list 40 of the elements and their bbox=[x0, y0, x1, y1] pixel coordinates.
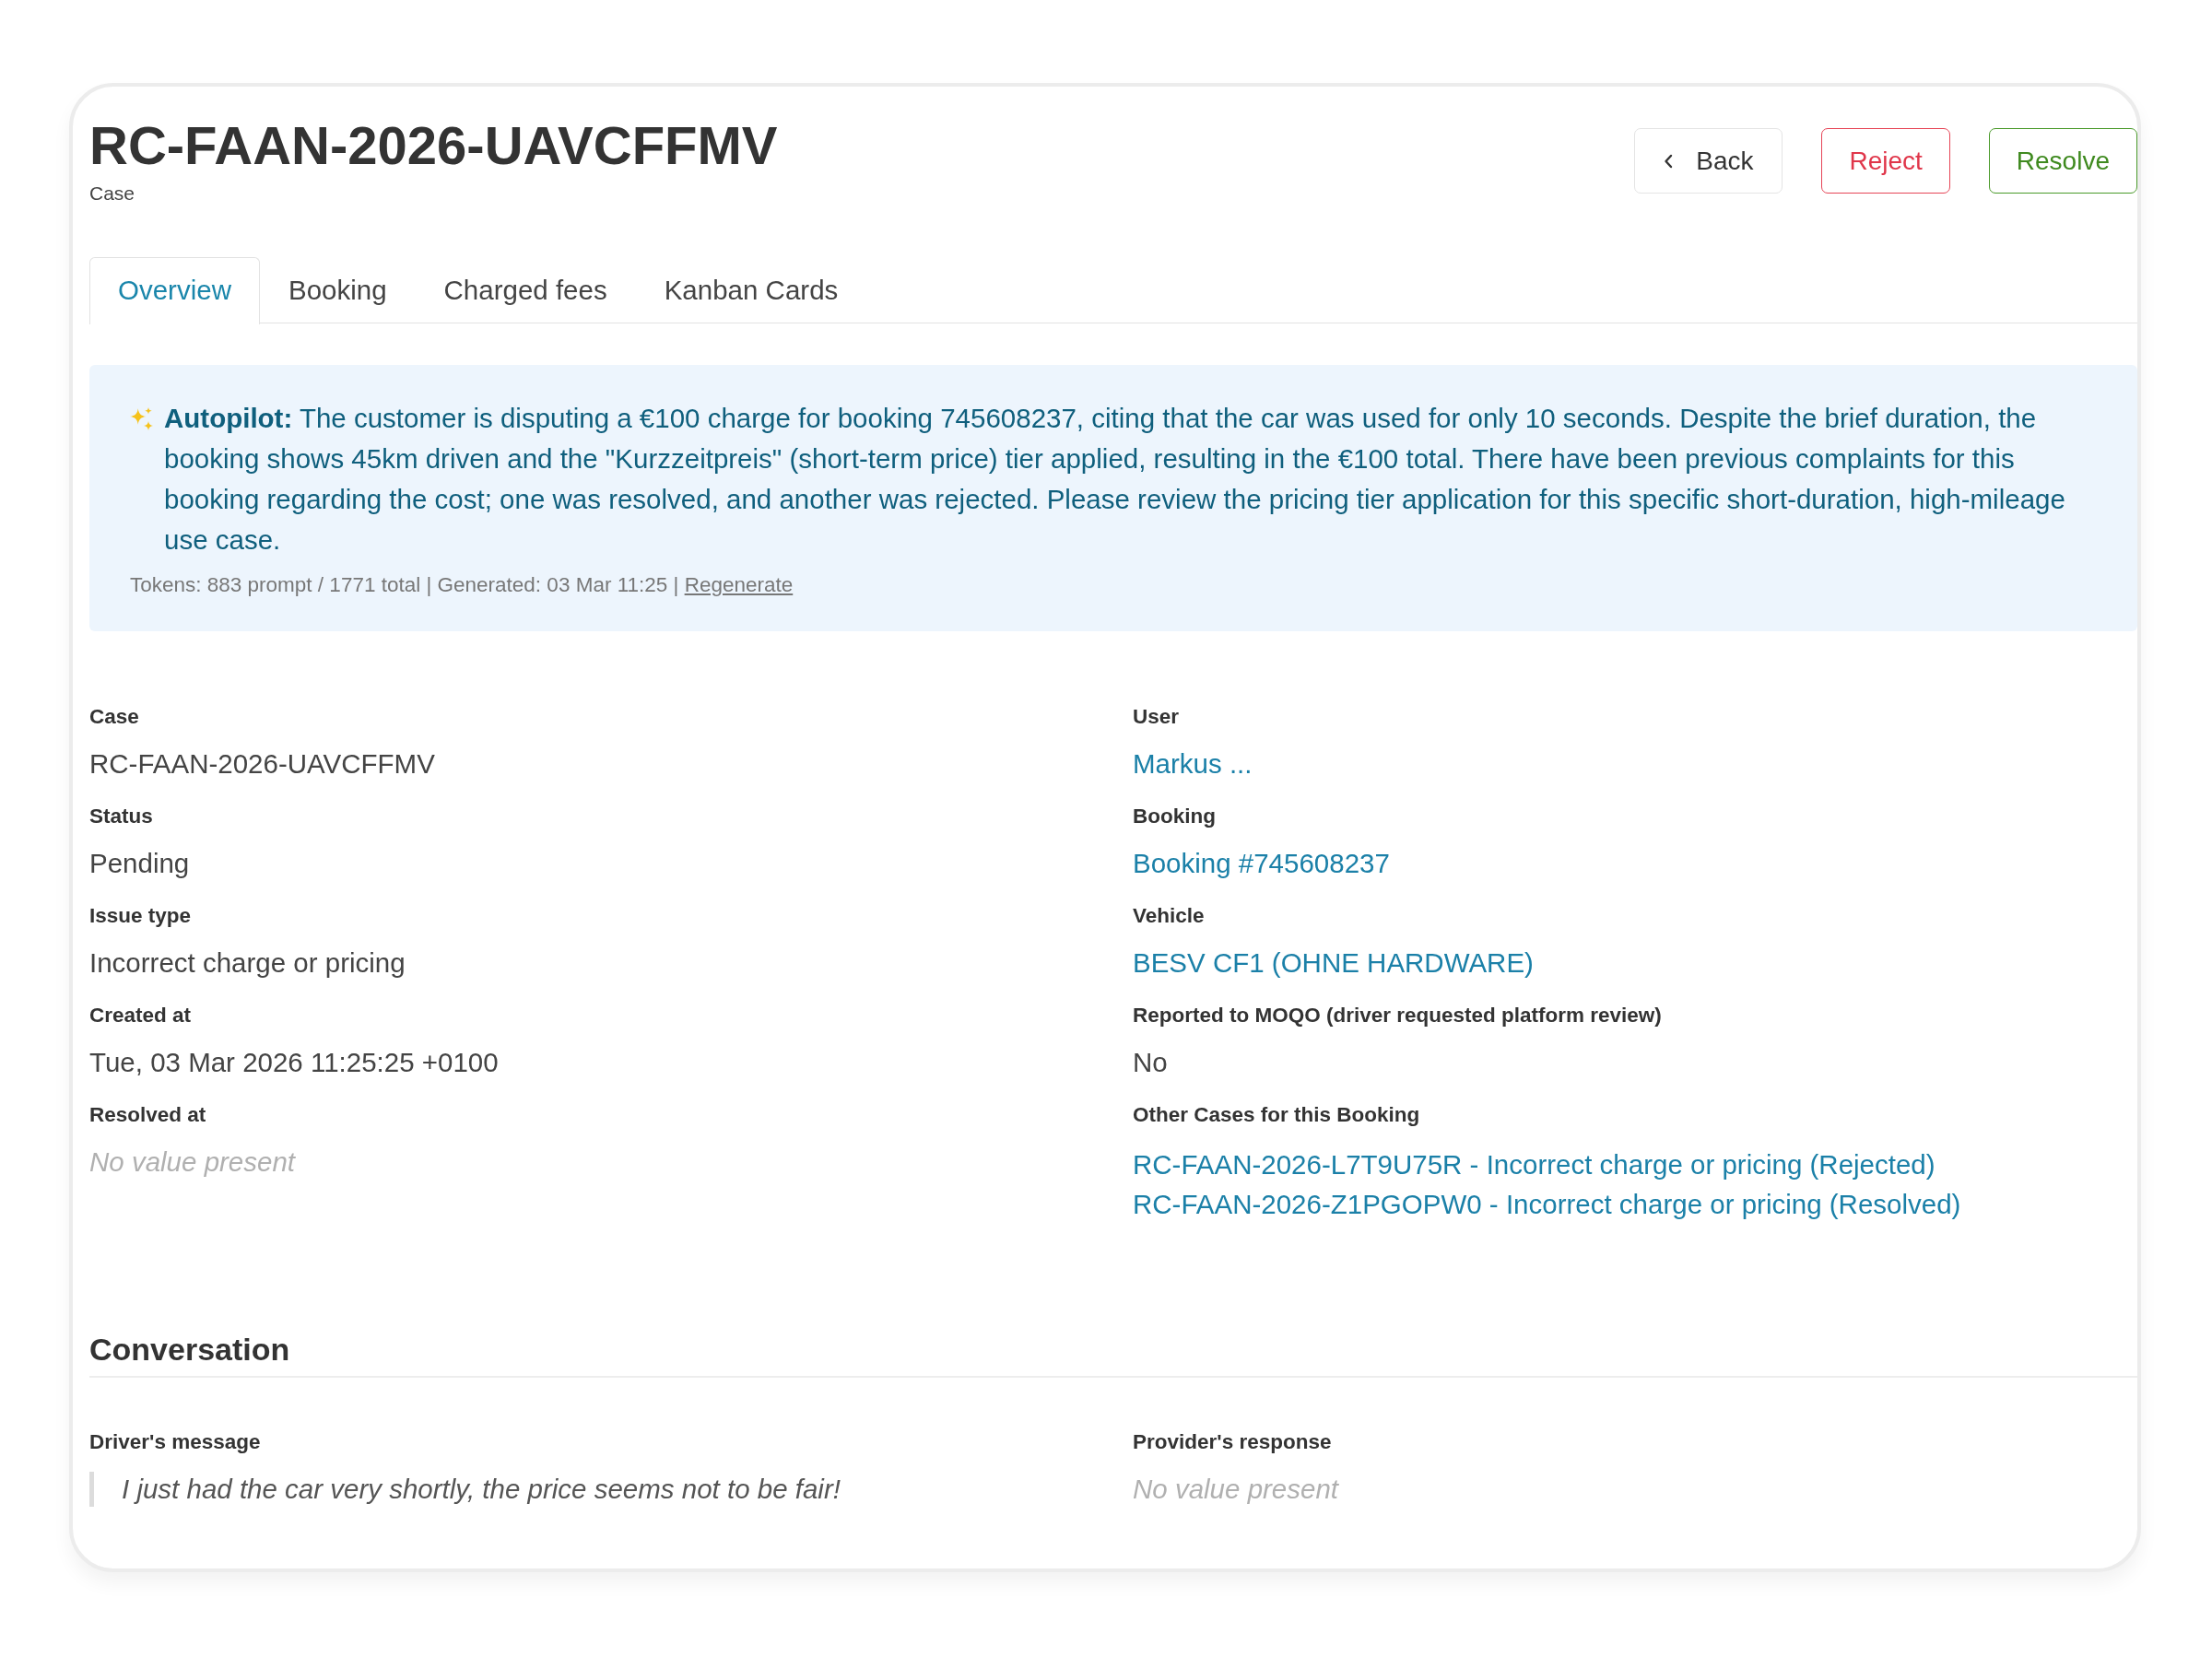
sparkles-icon bbox=[130, 407, 153, 430]
field-label: Resolved at bbox=[89, 1103, 207, 1127]
field-value: Tue, 03 Mar 2026 11:25:25 +0100 bbox=[89, 1046, 500, 1079]
field-value: RC-FAAN-2026-UAVCFFMV bbox=[89, 747, 436, 781]
case-link[interactable]: RC-FAAN-2026-L7T9U75R - Incorrect charge or pricing (Rejected) bbox=[1133, 1145, 1936, 1184]
back-button[interactable]: Back bbox=[1634, 128, 1783, 194]
field-value: Pending bbox=[89, 847, 191, 880]
section-heading: Conversation bbox=[89, 1329, 2137, 1378]
field-label: Vehicle bbox=[1133, 904, 1206, 928]
field-label: Reported to MOQO (driver requested platform review) bbox=[1133, 1004, 1663, 1028]
case-subtitle: Case bbox=[89, 182, 136, 206]
field-label: Booking bbox=[1133, 805, 1217, 828]
quoted-message: I just had the car very shortly, the price seems not to be fair! bbox=[89, 1472, 841, 1507]
resolve-button[interactable]: Resolve bbox=[1988, 128, 2137, 194]
field-label: Provider's response bbox=[1133, 1430, 1333, 1454]
tab[interactable]: Booking bbox=[259, 257, 416, 323]
field-label: Issue type bbox=[89, 904, 193, 928]
field-label: Other Cases for this Booking bbox=[1133, 1103, 1421, 1127]
case-link[interactable]: RC-FAAN-2026-Z1PGOPW0 - Incorrect charge or pricing (Resolved) bbox=[1133, 1184, 1961, 1224]
tab[interactable]: Overview bbox=[89, 257, 260, 324]
field-label: User bbox=[1133, 705, 1181, 729]
chevron-left-icon bbox=[1664, 153, 1674, 169]
empty-value-text: No value present bbox=[1133, 1473, 1340, 1506]
regenerate-link[interactable]: Regenerate bbox=[684, 573, 794, 596]
autopilot-summary: Autopilot: The customer is disputing a €100 charge for booking 745608237, citing that the car was used for only 10 seconds. Despite the brief duration, the booking shows 45km driven and the "Kurzzeitpreis" (short-term price) tier applied, resulting in the €100 total. There have been previous complaints for this booking regarding the cost; one was resolved, and another was rejected. Please review the pricing tier application for this specific short-duration, high-mileage use case. bbox=[164, 402, 2066, 557]
field-value: No bbox=[1133, 1046, 1169, 1079]
value-link[interactable]: Booking #745608237 bbox=[1133, 846, 1390, 881]
token-info: Tokens: 883 prompt / 1771 total | Generated: 03 Mar 11:25 | Regenerate bbox=[130, 572, 794, 598]
case-title: RC-FAAN-2026-UAVCFFMV bbox=[89, 115, 778, 176]
field-value: Incorrect charge or pricing bbox=[89, 946, 406, 980]
value-link[interactable]: Markus ... bbox=[1133, 746, 1253, 781]
tab[interactable]: Kanban Cards bbox=[635, 257, 867, 323]
field-label: Case bbox=[89, 705, 140, 729]
reject-button[interactable]: Reject bbox=[1821, 128, 1950, 194]
field-label: Status bbox=[89, 805, 154, 828]
field-label: Created at bbox=[89, 1004, 193, 1028]
value-link[interactable]: BESV CF1 (OHNE HARDWARE) bbox=[1133, 946, 1534, 981]
field-label: Driver's message bbox=[89, 1430, 262, 1454]
empty-value-text: No value present bbox=[89, 1145, 297, 1179]
tab[interactable]: Charged fees bbox=[415, 257, 636, 323]
